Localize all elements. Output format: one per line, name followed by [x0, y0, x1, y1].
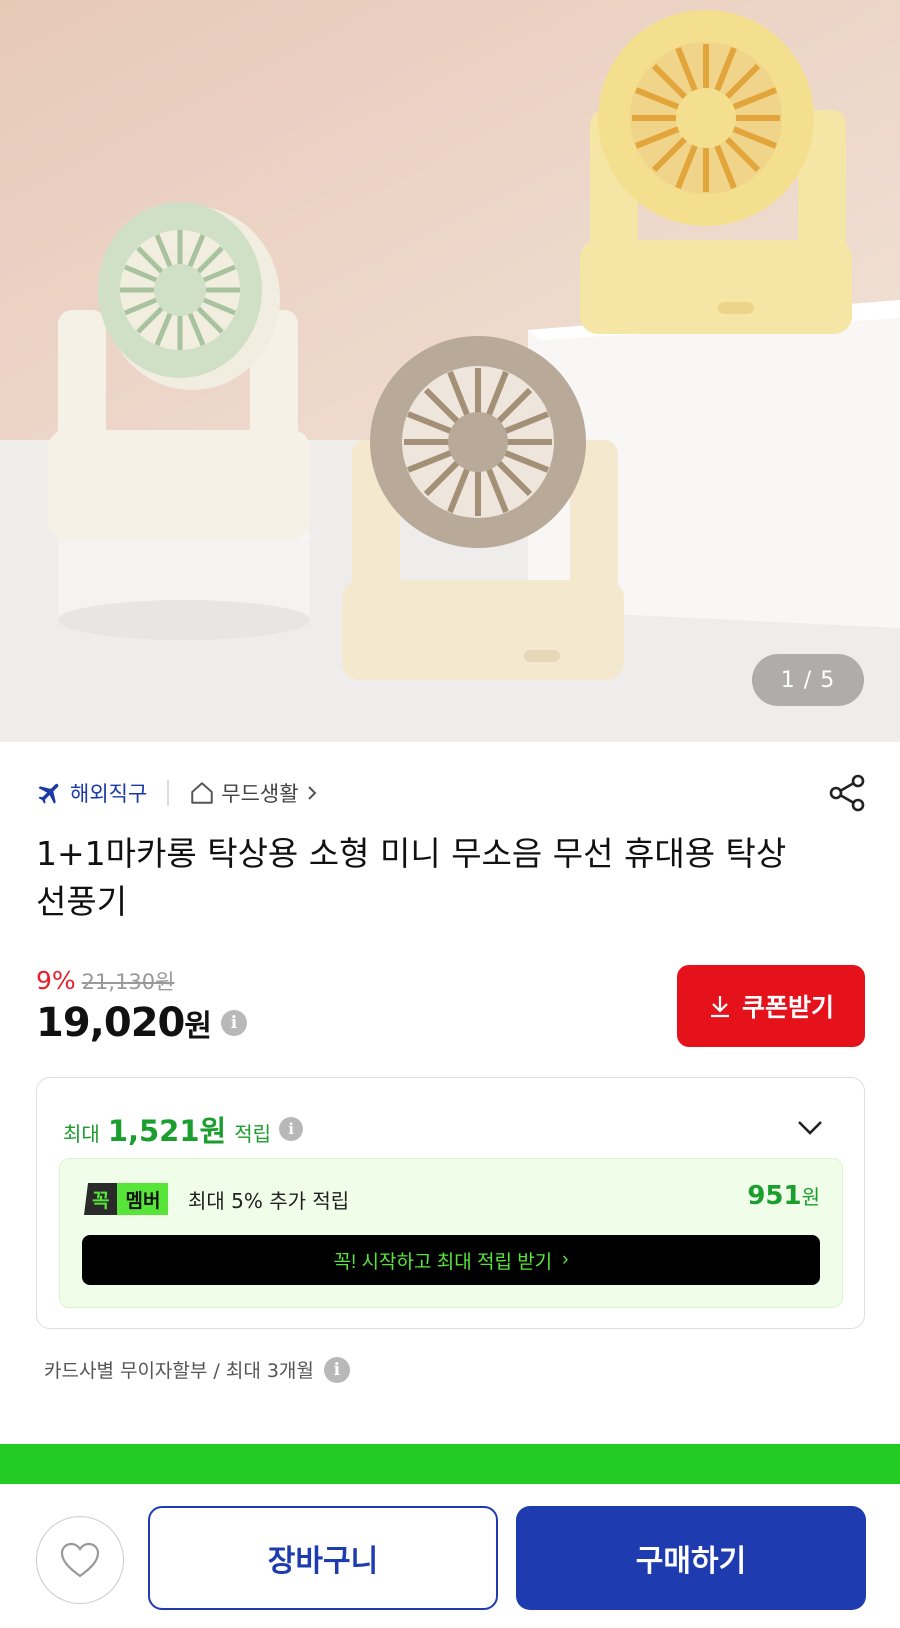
discount-row: 9% 21,130원 [36, 966, 174, 996]
chevron-down-icon[interactable] [795, 1112, 825, 1142]
coupon-label: 쿠폰받기 [741, 994, 834, 1022]
store-link[interactable]: 무드생활 [189, 778, 318, 808]
member-bonus-text: 최대 5% 추가 적립 [188, 1189, 350, 1213]
sale-price-value: 19,020 [36, 1000, 185, 1046]
bottom-action-bar: 장바구니 구매하기 [0, 1484, 900, 1628]
price-row: 19,020원 i [36, 1000, 247, 1046]
points-suffix: 적립 [234, 1122, 272, 1146]
installment-info: 카드사별 무이자할부 / 최대 3개월 i [44, 1356, 350, 1383]
buy-now-button[interactable]: 구매하기 [516, 1506, 866, 1610]
sale-price-unit: 원 [184, 1009, 212, 1044]
product-meta-row: 해외직구 무드생활 [36, 776, 319, 810]
product-photo [0, 0, 900, 742]
membership-badge: 꼭 멤버 [84, 1183, 169, 1215]
installment-info-icon[interactable]: i [323, 1356, 350, 1383]
points-prefix: 최대 [63, 1122, 100, 1146]
image-pager: 1 / 5 [752, 654, 864, 706]
max-points-row: 최대 1,521원 적립 i [63, 1108, 304, 1150]
member-cta-arrow: › [562, 1249, 569, 1270]
store-name: 무드생활 [221, 782, 299, 806]
shipping-type-text: 해외직구 [70, 782, 148, 806]
badge-member: 멤버 [117, 1183, 169, 1215]
member-cta-label: 꼭! 시작하고 최대 적립 받기 [333, 1251, 553, 1273]
add-to-cart-button[interactable]: 장바구니 [148, 1506, 498, 1610]
divider [167, 780, 170, 806]
airplane-icon [38, 783, 59, 804]
original-price: 21,130원 [81, 970, 175, 994]
info-icon[interactable]: i [220, 1010, 247, 1036]
sale-price: 19,020원 [36, 1000, 212, 1046]
home-icon [191, 782, 214, 804]
installment-text: 카드사별 무이자할부 / 최대 3개월 [44, 1360, 314, 1382]
coupon-download-button[interactable]: 쿠폰받기 [677, 965, 865, 1047]
promo-band [0, 1444, 900, 1484]
points-info-icon[interactable]: i [279, 1117, 304, 1141]
share-icon[interactable] [826, 772, 868, 814]
member-amount-value: 951 [747, 1181, 802, 1211]
points-amount: 1,521원 [107, 1114, 227, 1148]
wishlist-button[interactable] [36, 1516, 124, 1604]
member-bonus-amount: 951원 [747, 1181, 820, 1211]
product-title: 1+1마카롱 탁상용 소형 미니 무소음 무선 휴대용 탁상 선풍기 [36, 834, 787, 921]
badge-kkok: 꼭 [84, 1183, 118, 1215]
membership-start-button[interactable]: 꼭! 시작하고 최대 적립 받기 › [82, 1235, 820, 1285]
download-icon [710, 996, 729, 1018]
overseas-direct-label: 해외직구 [36, 778, 147, 808]
chevron-right-icon [307, 786, 316, 800]
product-image-gallery[interactable]: 1 / 5 [0, 0, 900, 742]
heart-icon [60, 1542, 100, 1578]
member-amount-unit: 원 [801, 1185, 820, 1209]
discount-rate: 9% [36, 966, 76, 995]
membership-box: 꼭 멤버 최대 5% 추가 적립 951원 꼭! 시작하고 최대 적립 받기 › [59, 1158, 843, 1308]
points-card: 최대 1,521원 적립 i 꼭 멤버 최대 5% 추가 적립 951원 꼭! … [36, 1077, 865, 1329]
